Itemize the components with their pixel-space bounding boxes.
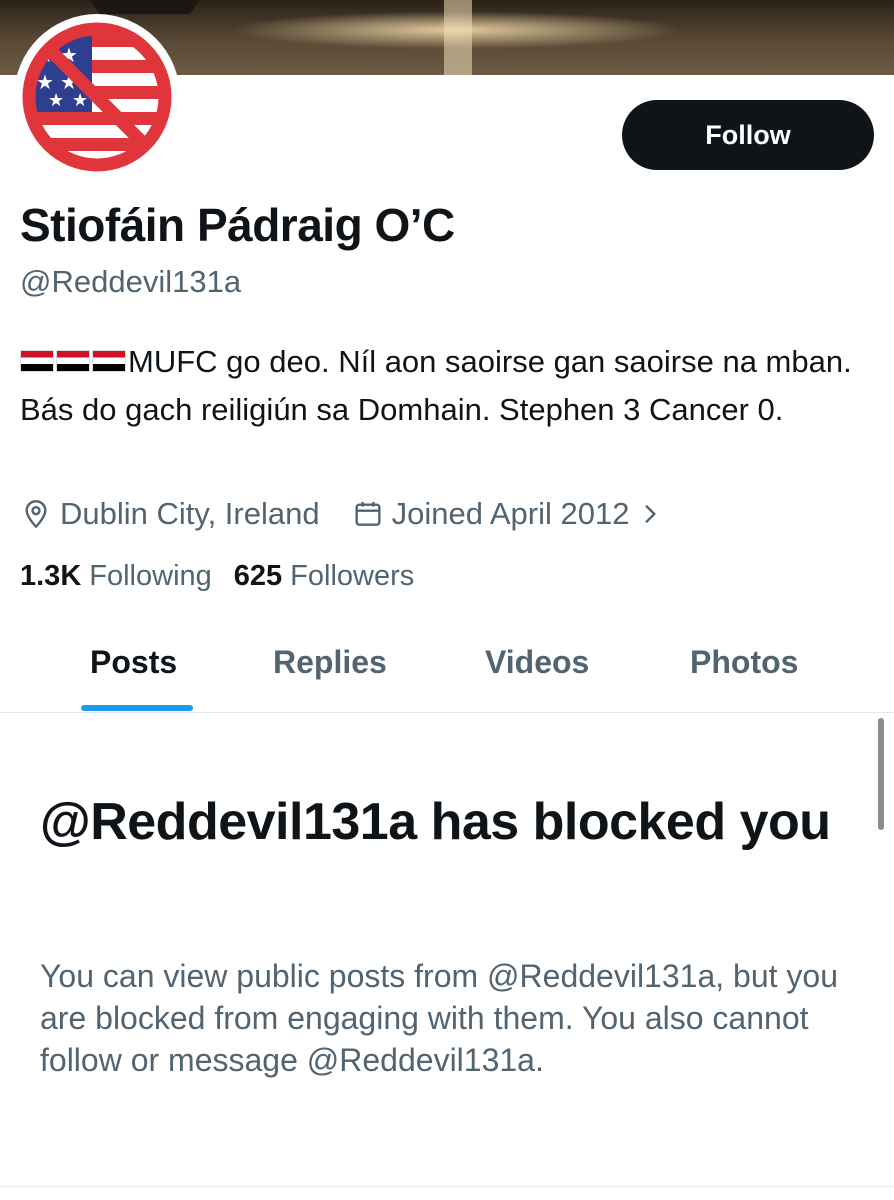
bio-text: MUFC go deo. Níl aon saoirse gan saoirse…	[20, 344, 852, 427]
followers-link[interactable]: 625 Followers	[234, 560, 414, 593]
svg-text:★: ★	[48, 90, 64, 111]
egypt-flag-icon	[20, 349, 54, 372]
profile-bio: MUFC go deo. Níl aon saoirse gan saoirse…	[20, 338, 870, 434]
divider	[0, 1186, 894, 1187]
egypt-flag-icon	[92, 349, 126, 372]
bio-flags	[20, 349, 126, 372]
profile-stats: 1.3K Following 625 Followers	[20, 560, 414, 593]
calendar-icon	[355, 502, 381, 526]
profile-tabs: Posts Replies Videos Photos	[0, 620, 894, 713]
follow-button[interactable]: Follow	[622, 100, 874, 170]
blocked-title: @Reddevil131a has blocked you	[40, 793, 831, 851]
tab-replies[interactable]: Replies	[273, 644, 387, 681]
scrollbar[interactable]	[878, 718, 884, 830]
following-label: Following	[89, 560, 212, 592]
tab-posts[interactable]: Posts	[90, 644, 177, 681]
location-pin-icon	[25, 500, 47, 529]
active-tab-indicator	[81, 705, 193, 711]
following-link[interactable]: 1.3K Following	[20, 560, 212, 593]
location-text: Dublin City, Ireland	[60, 496, 320, 531]
following-count: 1.3K	[20, 560, 82, 592]
tab-photos[interactable]: Photos	[690, 644, 798, 681]
followers-label: Followers	[290, 560, 415, 592]
location: Dublin City, Ireland	[20, 496, 320, 532]
chevron-right-icon	[646, 505, 656, 523]
joined-date[interactable]: Joined April 2012	[352, 496, 664, 532]
followers-count: 625	[233, 560, 283, 592]
egypt-flag-icon	[56, 349, 90, 372]
profile-meta: Dublin City, Ireland Joined April 2012	[20, 494, 663, 534]
blocked-description: You can view public posts from @Reddevil…	[40, 958, 838, 1078]
profile-handle: @Reddevil131a	[20, 264, 242, 299]
tab-videos[interactable]: Videos	[485, 644, 589, 681]
avatar[interactable]: ★ ★ ★ ★ ★ ★	[14, 14, 180, 180]
no-usa-flag-avatar: ★ ★ ★ ★ ★ ★	[17, 17, 177, 177]
joined-text: Joined April 2012	[391, 496, 630, 531]
profile-name: Stiofáin Pádraig O’C	[20, 199, 455, 251]
